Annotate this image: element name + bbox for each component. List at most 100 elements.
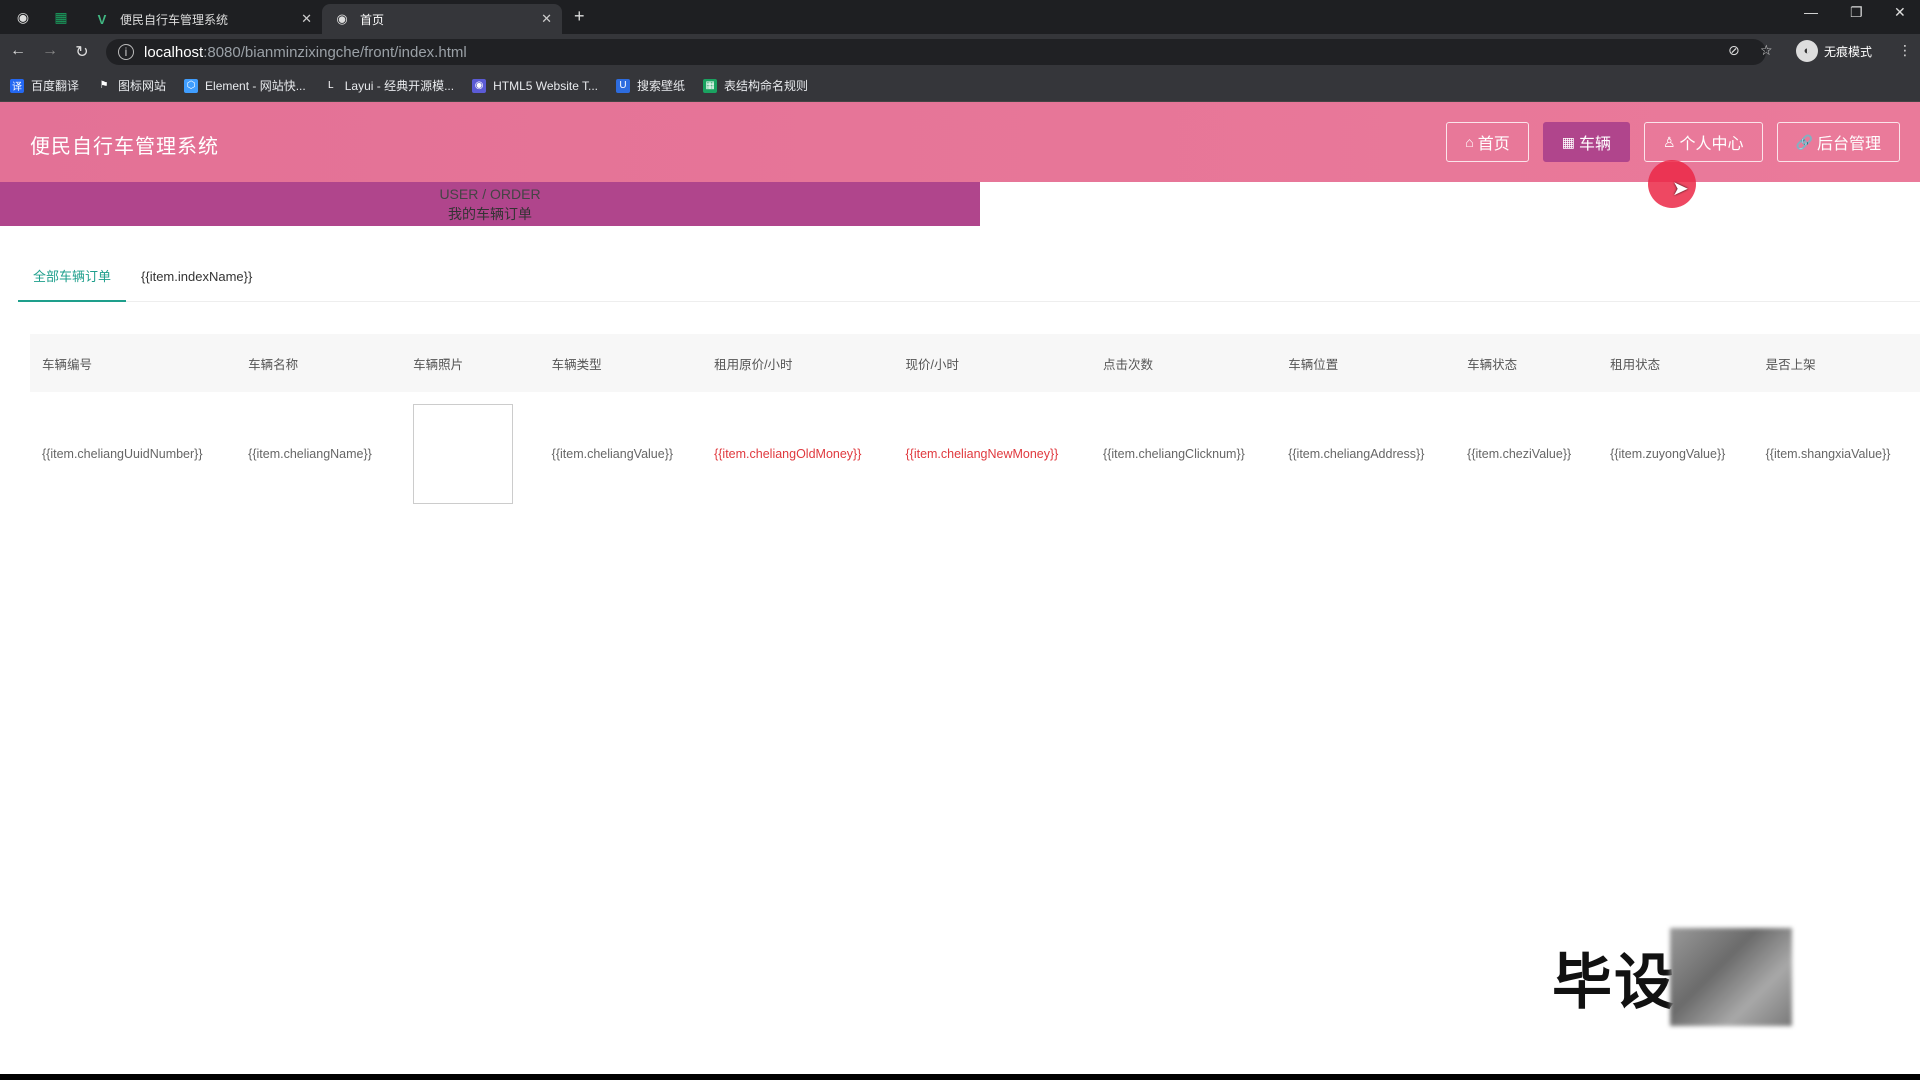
- bookmark-icon: ⬡: [184, 78, 199, 93]
- column-header: 现价/小时: [905, 357, 959, 372]
- star-icon[interactable]: ☆: [1760, 42, 1773, 59]
- column-header: 车辆类型: [551, 357, 602, 372]
- bookmark-label: 表结构命名规则: [724, 79, 809, 93]
- bookmarks-bar: 译百度翻译 ⚑ 图标网站 ⬡ Element - 网站快... L Layui - 经典开源…: [0, 70, 1920, 102]
- cursor-icon: ➤: [1672, 178, 1689, 200]
- bookmark-label: 百度翻译: [31, 79, 80, 93]
- cell-old-money: {{item.cheliangOldMoney}}: [714, 447, 862, 461]
- order-tabs: 全部车辆订单 {{item.indexName}}: [18, 262, 1920, 302]
- eye-off-icon[interactable]: ⊘: [1728, 42, 1740, 59]
- back-icon[interactable]: ←: [8, 42, 28, 60]
- nav-button-label: 首页: [1477, 136, 1510, 153]
- globe-icon[interactable]: ◉: [12, 6, 34, 28]
- cell-new-money: {{item.cheliangNewMoney}}: [905, 447, 1059, 461]
- grid-icon: ▦: [1561, 133, 1575, 150]
- bookmark-label: Layui - 经典开源模...: [344, 79, 455, 93]
- page-content: 便民自行车管理系统 ⌂ 首页 ▦ 车辆 ♙ 个人中心 🔗 后台管理 ➤ USER / ORDE…: [0, 102, 1920, 1074]
- column-header: 车辆编号: [42, 357, 93, 372]
- column-header: 车辆状态: [1467, 357, 1518, 372]
- main-nav: ⌂ 首页 ▦ 车辆 ♙ 个人中心 🔗 后台管理: [1446, 122, 1900, 162]
- address-bar[interactable]: i localhost:8080/bianminzixingche/front/…: [106, 39, 1766, 65]
- nav-button-label: 车辆: [1578, 136, 1611, 153]
- cell-name: {{item.cheliangName}}: [248, 447, 372, 461]
- cell-zuyong: {{item.zuyongValue}}: [1610, 447, 1726, 461]
- column-header: 车辆位置: [1288, 357, 1339, 372]
- browser-tab-bar: ◉ ▦ V 便民自行车管理系统 ✕ ◉ 首页 ✕ + — ❐ ✕: [0, 0, 1920, 34]
- watermark-text: 毕设: [1552, 947, 1676, 1018]
- browser-toolbar: ← → ↻ i localhost:8080/bianminzixingche/…: [0, 34, 1920, 70]
- bookmark-label: 图标网站: [118, 79, 167, 93]
- bookmark-item[interactable]: ▦ 表结构命名规则: [703, 77, 808, 94]
- reload-icon[interactable]: ↻: [72, 42, 92, 62]
- bookmark-item[interactable]: L Layui - 经典开源模...: [323, 77, 455, 94]
- column-header: 租用状态: [1610, 357, 1661, 372]
- nav-button-label: 后台管理: [1816, 136, 1881, 153]
- column-header: 车辆照片: [413, 357, 464, 372]
- cell-photo: [401, 392, 540, 516]
- close-window-icon[interactable]: ✕: [1894, 4, 1906, 21]
- cell-shangxia: {{item.shangxiaValue}}: [1765, 447, 1891, 461]
- new-tab-icon[interactable]: +: [574, 6, 585, 27]
- tab-title: 首页: [360, 12, 385, 27]
- bookmark-icon: ⚑: [97, 78, 112, 93]
- site-header: 便民自行车管理系统 ⌂ 首页 ▦ 车辆 ♙ 个人中心 🔗 后台管理: [0, 102, 1920, 182]
- tab-title: 便民自行车管理系统: [120, 12, 229, 27]
- browser-tab-system[interactable]: V 便民自行车管理系统 ✕: [82, 4, 322, 34]
- cell-clicknum: {{item.cheliangClicknum}}: [1103, 447, 1245, 461]
- home-icon: ⌂: [1465, 134, 1474, 150]
- incognito-icon: ◐: [1796, 40, 1818, 62]
- column-header: 是否上架: [1765, 357, 1816, 372]
- restore-icon[interactable]: ❐: [1850, 4, 1863, 21]
- tab-order-1[interactable]: {{item.indexName}}: [126, 262, 267, 302]
- close-icon[interactable]: ✕: [301, 11, 312, 27]
- cell-uuid: {{item.cheliangUuidNumber}}: [42, 447, 203, 461]
- bottom-bar: [0, 1074, 1920, 1080]
- forward-icon[interactable]: →: [40, 42, 60, 60]
- banner-en: USER / ORDER: [439, 186, 541, 202]
- bookmark-item[interactable]: ⬡ Element - 网站快...: [184, 77, 306, 94]
- bookmark-icon: L: [323, 78, 338, 93]
- vehicle-photo[interactable]: [413, 404, 514, 504]
- bookmark-item[interactable]: 译百度翻译: [10, 77, 79, 94]
- site-title: 便民自行车管理系统: [30, 136, 219, 158]
- minimize-icon[interactable]: —: [1804, 4, 1818, 20]
- pinned-tab-icon[interactable]: ▦: [50, 6, 72, 28]
- order-table: 车辆编号 车辆名称 车辆照片 车辆类型 租用原价/小时 现价/小时 点击次数 车辆位置 车辆状态…: [30, 334, 1920, 516]
- bookmark-icon: ▦: [703, 78, 718, 93]
- bookmark-label: 搜索壁纸: [637, 79, 686, 93]
- table-header-row: 车辆编号 车辆名称 车辆照片 车辆类型 租用原价/小时 现价/小时 点击次数 车辆位置 车辆状态…: [30, 334, 1920, 392]
- bookmark-item[interactable]: U 搜索壁纸: [616, 77, 685, 94]
- cell-address: {{item.cheliangAddress}}: [1288, 447, 1425, 461]
- bookmark-label: Element - 网站快...: [205, 79, 306, 93]
- nav-button-0[interactable]: ⌂ 首页: [1446, 122, 1529, 162]
- nav-button-3[interactable]: 🔗 后台管理: [1776, 122, 1900, 162]
- url-host: localhost: [144, 43, 204, 61]
- bookmark-item[interactable]: ◉ HTML5 Website T...: [472, 78, 599, 93]
- bookmark-icon: 译: [10, 78, 24, 93]
- watermark: 毕设: [1552, 928, 1792, 1026]
- globe-icon: ◉: [336, 11, 348, 26]
- info-icon[interactable]: i: [118, 44, 134, 60]
- link-icon: 🔗: [1795, 133, 1813, 150]
- bookmark-item[interactable]: ⚑ 图标网站: [97, 77, 166, 94]
- nav-button-2[interactable]: ♙ 个人中心: [1643, 122, 1763, 162]
- profile-label: 无痕模式: [1824, 44, 1873, 59]
- bookmark-icon: U: [616, 78, 631, 93]
- cell-type: {{item.cheliangValue}}: [551, 447, 674, 461]
- bookmark-icon: ◉: [472, 78, 487, 93]
- nav-button-label: 个人中心: [1679, 136, 1744, 153]
- vue-icon: V: [97, 11, 107, 27]
- bookmark-label: HTML5 Website T...: [493, 78, 599, 93]
- browser-tab-home[interactable]: ◉ 首页 ✕: [322, 4, 562, 34]
- url-path: :8080/bianminzixingche/front/index.html: [203, 43, 467, 61]
- nav-button-1[interactable]: ▦ 车辆: [1542, 122, 1630, 162]
- menu-icon[interactable]: ⋮: [1898, 42, 1912, 59]
- tab-order-0[interactable]: 全部车辆订单: [18, 262, 127, 302]
- close-icon[interactable]: ✕: [541, 11, 552, 27]
- section-banner: USER / ORDER 我的车辆订单: [0, 182, 980, 226]
- column-header: 租用原价/小时: [714, 357, 793, 372]
- table-row[interactable]: {{item.cheliangUuidNumber}} {{item.cheli…: [30, 392, 1920, 516]
- watermark-blur: [1670, 928, 1792, 1026]
- incognito-profile[interactable]: ◐ 无痕模式: [1796, 40, 1872, 62]
- banner-zh: 我的车辆订单: [448, 206, 532, 222]
